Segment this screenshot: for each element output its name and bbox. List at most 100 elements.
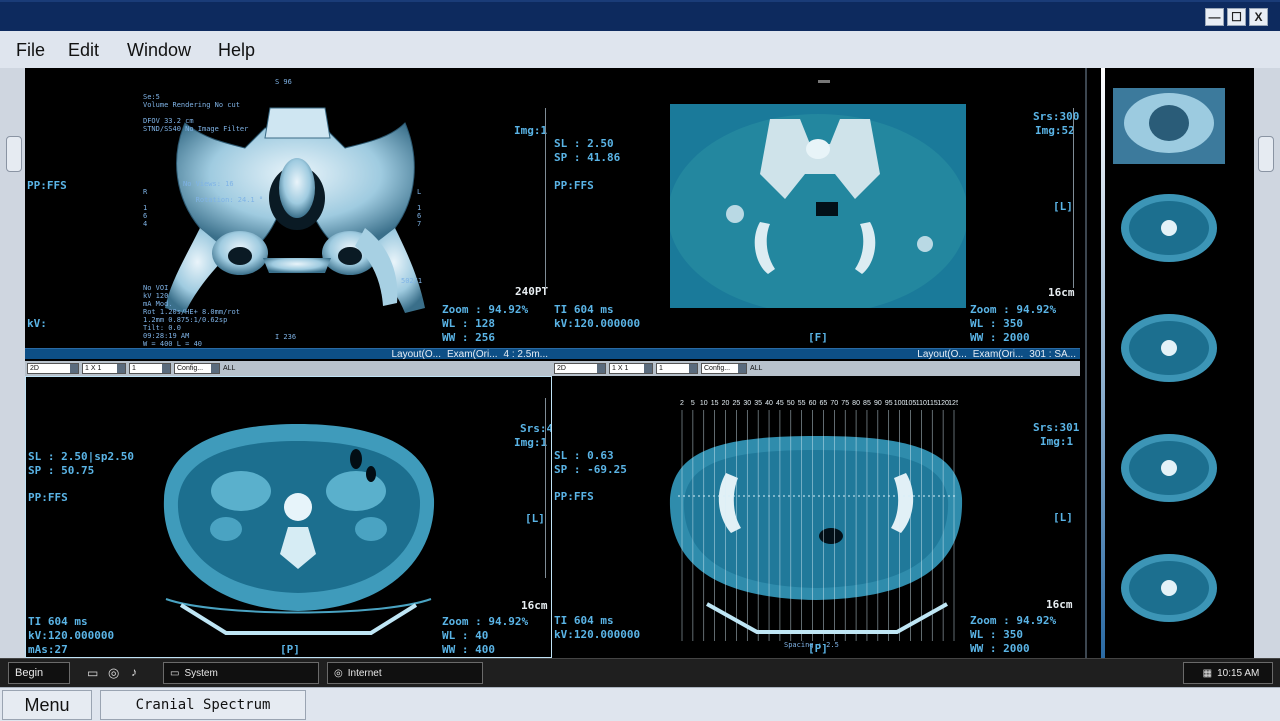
- rotation-info: No Views: 16 Rotation: 24.1 °: [183, 180, 264, 204]
- orientation-bottom: I 236: [275, 333, 297, 341]
- taskbar-internet[interactable]: ◎ Internet: [327, 662, 483, 684]
- patient-position: PP:FFS: [554, 179, 594, 192]
- patient-position: PP:FFS: [27, 179, 67, 192]
- zoom-value: Zoom : 94.92%: [970, 303, 1057, 316]
- system-label: System: [184, 667, 218, 679]
- globe-icon[interactable]: ◎: [108, 665, 119, 681]
- minimize-icon: —: [1208, 10, 1221, 24]
- menu-button[interactable]: Menu: [2, 690, 92, 720]
- menu-edit[interactable]: Edit: [68, 40, 99, 61]
- render-info: Se:5 Volume Rendering No cut DFOV 33.2 c…: [143, 93, 249, 133]
- config-select[interactable]: Config...: [701, 363, 747, 374]
- number-select[interactable]: 1: [656, 363, 698, 374]
- right-panel-handle[interactable]: [1258, 136, 1274, 172]
- vertical-ruler-left-top: [545, 108, 551, 288]
- scale-label: 16cm: [1046, 598, 1073, 611]
- ruler-label: 75: [841, 400, 849, 407]
- kv-value: kV:120.000000: [554, 628, 641, 641]
- orientation-bottom: [P]: [808, 642, 828, 655]
- layout-dropdown[interactable]: Layout(O...: [917, 349, 966, 360]
- orientation-bottom: [P]: [280, 643, 300, 656]
- window-width: WW : 2000: [970, 642, 1030, 655]
- maximize-icon: ☐: [1231, 10, 1242, 24]
- viewport-coronal[interactable]: SL : 2.50 SP : 41.86 PP:FFS Srs:300 Img:…: [552, 68, 1080, 348]
- taskbar-system[interactable]: ▭ System: [163, 662, 319, 684]
- patient-position: PP:FFS: [28, 491, 68, 504]
- scale-label: 16cm: [521, 599, 548, 612]
- tool-toolbar-right: 2D 1 X 1 1 Config... ALL: [552, 361, 1080, 376]
- exam-dropdown[interactable]: Exam(Ori...: [973, 349, 1024, 360]
- ruler-label: 105: [905, 400, 917, 407]
- series-dropdown[interactable]: 301 : SA...: [1029, 349, 1076, 360]
- maximize-button[interactable]: ☐: [1227, 8, 1246, 26]
- right-side-panel: [1254, 68, 1280, 658]
- ruler-label: 55: [798, 400, 806, 407]
- minimize-button[interactable]: —: [1205, 8, 1224, 26]
- ruler-label: 10: [700, 400, 708, 407]
- begin-button[interactable]: Begin: [8, 662, 70, 684]
- music-icon[interactable]: ♪: [131, 665, 137, 679]
- kv-label: kV:: [27, 317, 47, 330]
- grid-select[interactable]: 1 X 1: [82, 363, 126, 374]
- ruler-label: 95: [885, 400, 893, 407]
- app-tab[interactable]: Cranial Spectrum: [100, 690, 306, 720]
- viewport-grip[interactable]: [818, 80, 830, 83]
- thumbnail-spine: [1161, 460, 1177, 476]
- tool-toolbar-left: 2D 1 X 1 1 Config... ALL: [25, 361, 552, 376]
- ruler-label: 115: [927, 400, 938, 407]
- orientation-left-r: R 1 6 4: [143, 188, 148, 228]
- orientation-right-l: L 1 6 7: [417, 188, 422, 228]
- slice-position: SP : 50.75: [28, 464, 95, 477]
- left-side-panel: [0, 68, 25, 658]
- exam-dropdown[interactable]: Exam(Ori...: [447, 349, 498, 360]
- config-select[interactable]: Config...: [174, 363, 220, 374]
- mode-select[interactable]: 2D: [554, 363, 606, 374]
- ruler-label: 90: [874, 400, 882, 407]
- vertical-ruler: [1073, 108, 1079, 288]
- globe-icon: ◎: [334, 667, 343, 679]
- mode-select[interactable]: 2D: [27, 363, 79, 374]
- menu-file[interactable]: File: [16, 40, 45, 61]
- slice-location: SL : 2.50: [554, 137, 614, 150]
- series-dropdown[interactable]: 4 : 2.5m...: [504, 349, 548, 360]
- taskbar: Begin ▭ ◎ ♪ ▭ System ◎ Internet ▦ 10:15 …: [0, 658, 1280, 687]
- clock[interactable]: ▦ 10:15 AM: [1183, 662, 1273, 684]
- zoom-value: Zoom : 94.92%: [442, 615, 529, 628]
- ruler-label: 5: [691, 400, 695, 407]
- slice-location: SL : 0.63: [554, 449, 614, 462]
- kv-value: kV:120.000000: [28, 629, 115, 642]
- folder-icon[interactable]: ▭: [87, 666, 98, 680]
- menu-window[interactable]: Window: [127, 40, 191, 61]
- ruler-label: 30: [743, 400, 751, 407]
- viewport-axial[interactable]: SL : 2.50|sp2.50 SP : 50.75 PP:FFS Srs:4…: [25, 376, 552, 658]
- close-button[interactable]: X: [1249, 8, 1268, 26]
- menu-help[interactable]: Help: [218, 40, 255, 61]
- number-select[interactable]: 1: [129, 363, 171, 374]
- ct-table-curve: [706, 602, 948, 634]
- ruler-label: 40: [765, 400, 773, 407]
- series-number: Srs:301: [1033, 421, 1080, 434]
- ruler-label: 25: [733, 400, 741, 407]
- ruler-label: 15: [711, 400, 719, 407]
- ruler-label: 35: [754, 400, 762, 407]
- viewport-3d-volume[interactable]: S 96 Se:5 Volume Rendering No cut DFOV 3…: [25, 68, 552, 348]
- orientation-side: [L]: [1053, 511, 1073, 524]
- orientation-side: [L]: [525, 512, 545, 525]
- viewport-axial-planning[interactable]: 2 5 10 15 20 25 30 35 40 45 50 55 60 65 70 75 80 85 90 95 10…: [552, 376, 1080, 658]
- ct-table-curve: [165, 598, 432, 635]
- zoom-value: Zoom : 94.92%: [970, 614, 1057, 627]
- layout-dropdown[interactable]: Layout(O...: [392, 349, 441, 360]
- ruler-label: 80: [852, 400, 860, 407]
- thumbnail-spine: [1161, 340, 1177, 356]
- vertical-ruler-left-bottom: [545, 398, 551, 578]
- ruler-label: 50: [787, 400, 795, 407]
- all-button[interactable]: ALL: [750, 365, 762, 372]
- window-level: WL : 350: [970, 317, 1023, 330]
- left-panel-handle[interactable]: [6, 136, 22, 172]
- all-button[interactable]: ALL: [223, 365, 235, 372]
- close-icon: X: [1254, 10, 1263, 24]
- grid-select[interactable]: 1 X 1: [609, 363, 653, 374]
- mas-value: mAs:27: [28, 643, 68, 656]
- menu-bar: File Edit Window Help: [0, 31, 1280, 68]
- internet-label: Internet: [347, 667, 382, 679]
